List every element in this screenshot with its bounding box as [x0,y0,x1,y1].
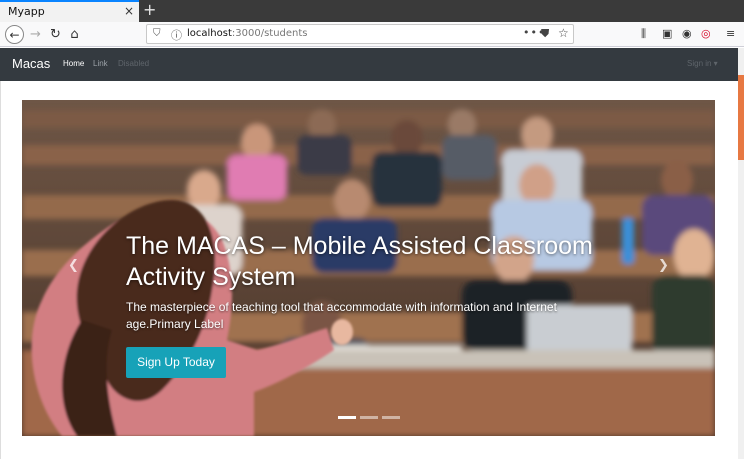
info-icon[interactable]: ⓘ [171,27,182,43]
sidebar-icon[interactable]: ▣ [662,27,672,40]
carousel-indicator[interactable] [382,416,400,419]
browser-toolbar: ← → ↻ ⌂ ⛉ ⓘ localhost:3000/students ••• … [0,22,744,47]
hero-carousel: The MACAS – Mobile Assisted Classroom Ac… [22,100,715,436]
carousel-title: The MACAS – Mobile Assisted Classroom Ac… [126,232,593,291]
shield-icon[interactable]: ⛉ [153,28,161,39]
url-text[interactable]: localhost:3000/students [187,28,308,39]
extension-icon[interactable]: ◎ [701,27,711,40]
browser-tab[interactable]: Myapp × [0,0,139,22]
home-icon[interactable]: ⌂ [65,25,84,44]
brand-logo[interactable]: Macas [12,56,50,71]
scrollbar-thumb[interactable] [738,75,744,160]
carousel-subtitle: The masterpiece of teaching tool that ac… [126,300,557,331]
sign-up-button[interactable]: Sign Up Today [126,347,226,378]
tab-title: Myapp [8,5,45,18]
chevron-right-icon[interactable]: ❯ [658,258,669,273]
new-tab-button[interactable]: + [143,0,156,19]
nav-home-link[interactable]: Home [63,59,84,68]
url-bar[interactable]: ⛉ ⓘ localhost:3000/students ••• ⛊ ☆ [146,24,574,44]
chevron-left-icon[interactable]: ❮ [68,258,79,273]
forward-arrow-icon[interactable]: → [26,25,45,44]
account-icon[interactable]: ◉ [682,27,692,40]
bookmark-star-icon[interactable]: ☆ [558,26,569,40]
url-host: localhost [187,28,232,39]
reload-icon[interactable]: ↻ [46,25,65,44]
url-path: :3000/students [231,28,308,39]
browser-tab-strip: Myapp × + [0,0,744,22]
pocket-icon[interactable]: ⛊ [541,27,549,41]
close-tab-icon[interactable]: × [124,4,134,18]
nav-link-link[interactable]: Link [93,59,108,68]
nav-disabled-link: Disabled [118,59,150,68]
carousel-indicator[interactable] [338,416,356,419]
carousel-indicator[interactable] [360,416,378,419]
library-icon[interactable]: ⫼ [641,27,646,41]
app-navbar: Macas Home Link Disabled Sign in ▾ [0,48,738,81]
menu-icon[interactable]: ≡ [726,27,735,40]
carousel-indicators [338,416,402,420]
sign-in-dropdown[interactable]: Sign in ▾ [687,59,718,68]
back-arrow-icon[interactable]: ← [5,25,24,44]
